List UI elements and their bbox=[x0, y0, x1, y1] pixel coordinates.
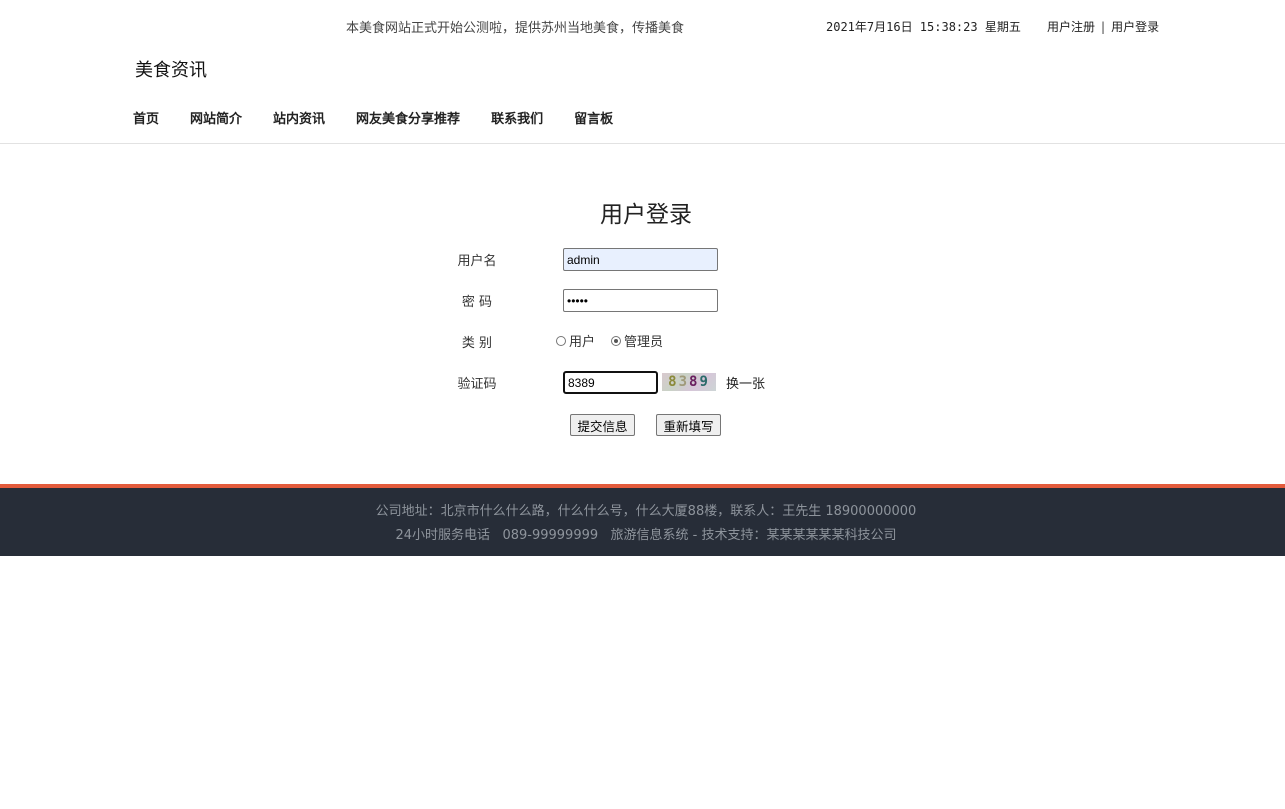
radio-user-label[interactable]: 用户 bbox=[569, 331, 595, 350]
footer-contact: 24小时服务电话 089-99999999 旅游信息系统 - 技术支持：某某某某… bbox=[395, 528, 897, 543]
captcha-char: 8 bbox=[689, 374, 700, 390]
login-link[interactable]: 用户登录 bbox=[1111, 20, 1159, 34]
nav-item-home[interactable]: 首页 bbox=[133, 108, 159, 128]
captcha-input[interactable] bbox=[563, 371, 658, 394]
main-nav: 首页 网站简介 站内资讯 网友美食分享推荐 联系我们 留言板 bbox=[133, 108, 644, 128]
category-label: 类 别 bbox=[461, 336, 493, 351]
captcha-char: 3 bbox=[678, 374, 689, 390]
captcha-image[interactable]: 8389 bbox=[662, 373, 716, 391]
password-input[interactable] bbox=[563, 289, 718, 312]
register-link[interactable]: 用户注册 bbox=[1047, 20, 1095, 34]
captcha-label: 验证码 bbox=[457, 377, 497, 392]
radio-user[interactable] bbox=[556, 335, 566, 346]
username-input[interactable] bbox=[563, 248, 718, 271]
account-links: 用户注册 | 用户登录 bbox=[1047, 18, 1159, 35]
current-datetime: 2021年7月16日 15:38:23 星期五 bbox=[826, 20, 1021, 34]
link-separator: | bbox=[1101, 20, 1106, 34]
nav-item-news[interactable]: 站内资讯 bbox=[273, 108, 325, 128]
password-label: 密 码 bbox=[461, 295, 493, 310]
radio-admin[interactable] bbox=[611, 335, 622, 346]
announcement-text: 本美食网站正式开始公测啦，提供苏州当地美食，传播美食 bbox=[346, 21, 685, 36]
category-radio-group: 用户 管理员 bbox=[556, 331, 679, 350]
radio-admin-label[interactable]: 管理员 bbox=[624, 331, 663, 350]
site-title[interactable]: 美食资讯 bbox=[135, 56, 207, 82]
reset-button[interactable]: 重新填写 bbox=[656, 414, 721, 436]
captcha-char: 9 bbox=[699, 374, 710, 390]
refresh-captcha-link[interactable]: 换一张 bbox=[726, 373, 765, 392]
nav-divider bbox=[0, 143, 1285, 144]
nav-item-recommendations[interactable]: 网友美食分享推荐 bbox=[356, 108, 460, 128]
username-label: 用户名 bbox=[457, 254, 497, 269]
nav-item-about[interactable]: 网站简介 bbox=[190, 108, 242, 128]
login-title: 用户登录 bbox=[600, 202, 692, 228]
top-bar: 本美食网站正式开始公测啦，提供苏州当地美食，传播美食 2021年7月16日 15… bbox=[0, 0, 1285, 50]
footer-address: 公司地址：北京市什么什么路，什么什么号，什么大厦88楼，联系人：王先生 1890… bbox=[375, 504, 917, 519]
submit-button[interactable]: 提交信息 bbox=[570, 414, 635, 436]
captcha-char: 8 bbox=[668, 374, 679, 390]
nav-item-guestbook[interactable]: 留言板 bbox=[574, 108, 613, 128]
nav-item-contact[interactable]: 联系我们 bbox=[491, 108, 543, 128]
footer: 公司地址：北京市什么什么路，什么什么号，什么大厦88楼，联系人：王先生 1890… bbox=[0, 484, 1285, 556]
